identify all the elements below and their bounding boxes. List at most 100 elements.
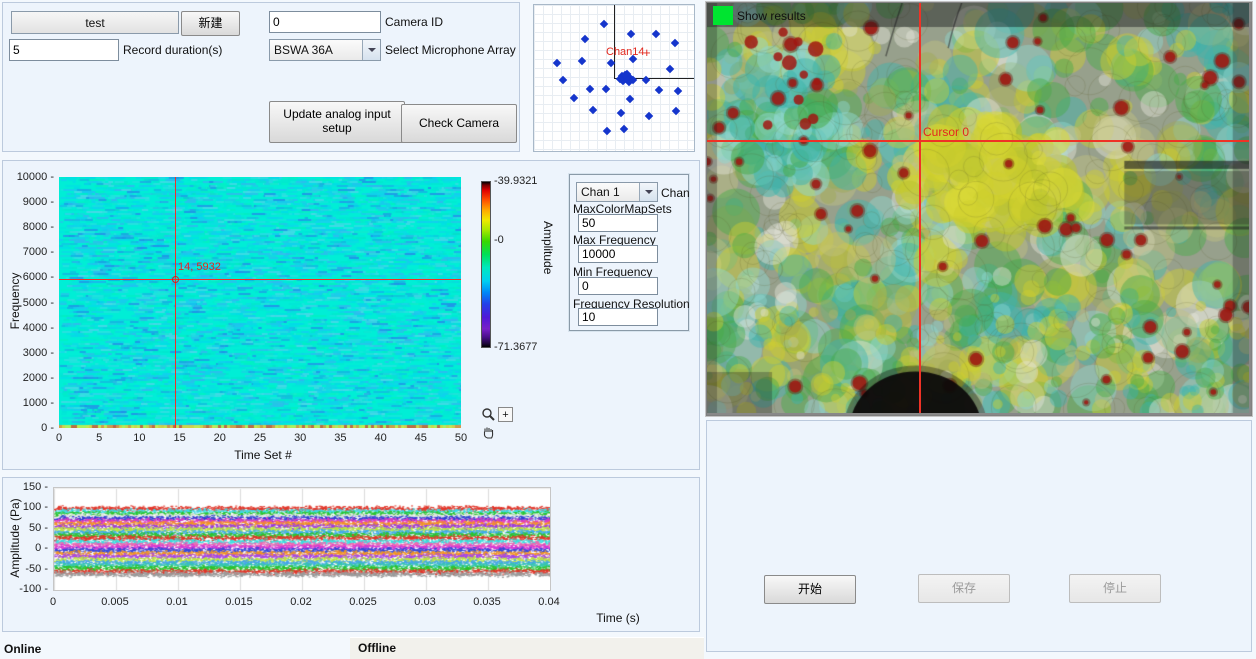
channel-select[interactable]: Chan 1 xyxy=(576,182,658,202)
waveform-xtick: 0.01 xyxy=(153,596,201,608)
save-button[interactable]: 保存 xyxy=(918,574,1010,603)
spectrogram-xtick: 40 xyxy=(361,432,401,444)
analysis-field-input[interactable] xyxy=(578,245,658,263)
settings-panel: test 新建 Record duration(s) Camera ID BSW… xyxy=(2,2,520,152)
spectrogram-ytick: 7000 - xyxy=(3,246,54,258)
chevron-down-icon[interactable] xyxy=(639,183,657,201)
mic-array-select[interactable]: BSWA 36A xyxy=(269,39,381,61)
waveform-panel: Amplitude (Pa) Time (s) 150 -100 -50 -0 … xyxy=(2,477,700,632)
spectrogram-cursor-vline[interactable] xyxy=(175,177,176,428)
analysis-field-input[interactable] xyxy=(578,308,658,326)
waveform-xtick: 0.035 xyxy=(463,596,511,608)
camera-view[interactable]: Cursor 0 Show results xyxy=(706,2,1252,416)
check-camera-button[interactable]: Check Camera xyxy=(401,104,517,143)
project-name-value: test xyxy=(85,16,104,30)
mic-position-dot xyxy=(600,20,608,28)
analysis-controls-box: Chan 1 Chan MaxColorMapSetsMax Frequency… xyxy=(569,174,689,331)
record-duration-input[interactable] xyxy=(9,39,119,61)
mic-position-dot xyxy=(559,76,567,84)
mic-position-dot xyxy=(645,112,653,120)
channel-select-value: Chan 1 xyxy=(577,185,639,199)
channel-select-label: Chan xyxy=(661,186,690,200)
mic-cursor-label: Chan14 xyxy=(606,46,645,58)
mic-position-dot xyxy=(666,65,674,73)
analysis-field-input[interactable] xyxy=(578,277,658,295)
waveform-ytick: 50 - xyxy=(3,522,48,534)
waveform-xtick: 0.04 xyxy=(525,596,573,608)
spectrogram-xtick: 30 xyxy=(280,432,320,444)
spectrogram-xtick: 20 xyxy=(200,432,240,444)
cursor-move-tool-icon[interactable]: + xyxy=(498,407,513,422)
spectrogram-ytick: 9000 - xyxy=(3,196,54,208)
camera-cursor-hline[interactable] xyxy=(707,140,1249,142)
spectrogram-plot[interactable]: 14, 5932 xyxy=(59,177,461,428)
spectrogram-ytick: 2000 - xyxy=(3,372,54,384)
spectrogram-xtick: 0 xyxy=(39,432,79,444)
spectrogram-ytick: 8000 - xyxy=(3,221,54,233)
mic-position-dot xyxy=(652,30,660,38)
chevron-down-icon[interactable] xyxy=(362,40,380,60)
mic-position-dot xyxy=(603,127,611,135)
spectrogram-xtick: 15 xyxy=(160,432,200,444)
waveform-xtick: 0.015 xyxy=(215,596,263,608)
camera-cursor-label: Cursor 0 xyxy=(923,125,969,139)
zoom-tool-icon[interactable] xyxy=(481,407,496,422)
camera-image-canvas[interactable] xyxy=(707,3,1249,413)
camera-cursor-vline[interactable] xyxy=(919,3,921,413)
spectrogram-xtick: 10 xyxy=(119,432,159,444)
mic-position-dot xyxy=(602,85,610,93)
waveform-xtick: 0.005 xyxy=(91,596,139,608)
pan-hand-tool-icon[interactable] xyxy=(481,425,495,439)
show-results-checkbox[interactable] xyxy=(713,6,733,25)
spectrogram-xlabel: Time Set # xyxy=(223,448,303,462)
spectrogram-xtick: 25 xyxy=(240,432,280,444)
waveform-plot[interactable] xyxy=(53,487,551,591)
waveform-ytick: 0 - xyxy=(3,542,48,554)
mic-position-dot xyxy=(627,30,635,38)
waveform-ytick: -50 - xyxy=(3,563,48,575)
record-duration-label: Record duration(s) xyxy=(123,43,222,57)
spectrogram-xtick: 50 xyxy=(441,432,481,444)
offline-status: Offline xyxy=(358,641,396,655)
mic-position-dot xyxy=(671,39,679,47)
mic-array-label: Select Microphone Array xyxy=(385,43,516,57)
mic-array-value: BSWA 36A xyxy=(270,43,362,57)
camera-id-input[interactable] xyxy=(269,11,381,33)
mic-cursor-marker[interactable]: + xyxy=(643,45,651,60)
mic-position-dot xyxy=(626,95,634,103)
spectrogram-ytick: 6000 - xyxy=(3,271,54,283)
waveform-xtick: 0.02 xyxy=(277,596,325,608)
waveform-ytick: -100 - xyxy=(3,583,48,595)
online-status: Online xyxy=(4,642,41,656)
update-analog-input-button[interactable]: Update analog input setup xyxy=(269,101,405,143)
project-name-field[interactable]: test xyxy=(11,11,179,34)
spectrogram-canvas[interactable] xyxy=(59,177,461,428)
spectrogram-cursor-label: 14, 5932 xyxy=(178,261,221,273)
waveform-xtick: 0.03 xyxy=(401,596,449,608)
spectrogram-cursor-point[interactable] xyxy=(172,276,179,283)
start-button[interactable]: 开始 xyxy=(764,575,856,604)
analysis-field-input[interactable] xyxy=(578,214,658,232)
colorbar-max-label: -39.9321 xyxy=(494,175,537,187)
mic-position-dot xyxy=(674,87,682,95)
stop-button[interactable]: 停止 xyxy=(1069,574,1161,603)
waveform-ytick: 100 - xyxy=(3,501,48,513)
spectrogram-xtick: 45 xyxy=(401,432,441,444)
mic-position-dot xyxy=(553,59,561,67)
mic-plot-y-axis xyxy=(614,5,615,79)
colorbar-min-label: -71.3677 xyxy=(494,341,537,353)
offline-status-bar: Offline xyxy=(350,637,704,659)
spectrogram-xtick: 35 xyxy=(320,432,360,444)
spectrogram-ytick: 5000 - xyxy=(3,297,54,309)
action-panel: 开始 保存 停止 xyxy=(706,420,1252,652)
amplitude-colorbar xyxy=(481,181,491,348)
spectrogram-xtick: 5 xyxy=(79,432,119,444)
new-project-button[interactable]: 新建 xyxy=(181,11,240,36)
spectrogram-ytick: 3000 - xyxy=(3,347,54,359)
mic-position-dot xyxy=(586,85,594,93)
mic-array-plot[interactable]: Chan14 + xyxy=(533,4,695,152)
mic-position-dot xyxy=(672,107,680,115)
waveform-canvas[interactable] xyxy=(54,488,550,590)
mic-position-dot xyxy=(570,94,578,102)
spectrogram-cursor-hline[interactable] xyxy=(59,279,461,280)
